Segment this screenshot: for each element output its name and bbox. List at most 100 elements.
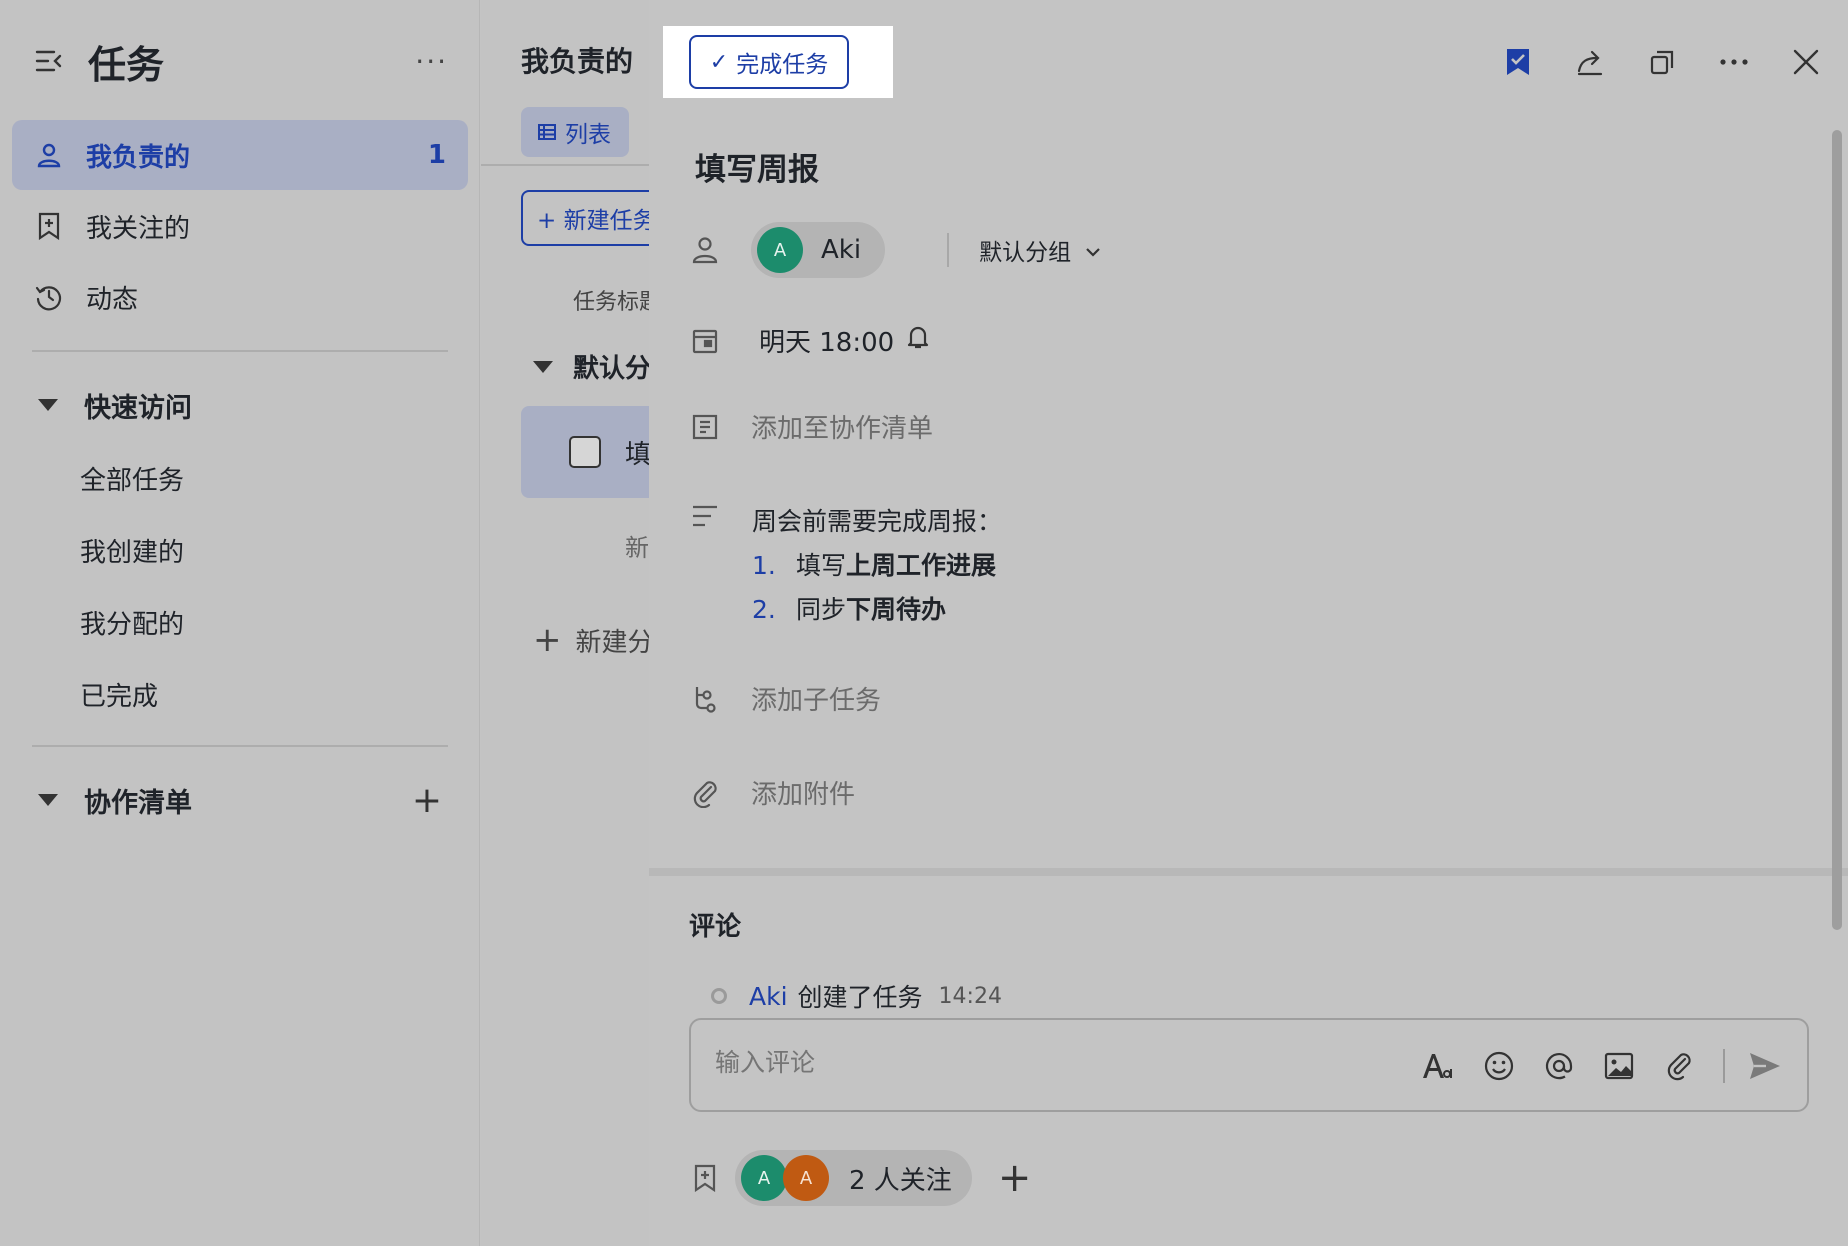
more-icon[interactable]: ··· — [415, 45, 448, 78]
sidebar-item-label: 我负责的 — [86, 142, 191, 173]
share-icon[interactable] — [1568, 40, 1612, 84]
emoji-icon[interactable] — [1479, 1046, 1519, 1086]
new-task-button[interactable]: + 新建任务 — [521, 190, 651, 246]
list-text-bold: 下周待办 — [846, 595, 947, 624]
comment-input[interactable] — [715, 1048, 1315, 1077]
add-subtask-row[interactable]: 添加子任务 — [689, 680, 881, 717]
description-intro: 周会前需要完成周报： — [752, 507, 1003, 536]
list-number: 1. — [752, 551, 776, 580]
attachment-icon[interactable] — [1659, 1046, 1699, 1086]
activity-user[interactable]: Aki — [749, 982, 788, 1011]
list-number: 2. — [752, 595, 776, 624]
scrollbar[interactable] — [1832, 130, 1842, 930]
close-icon[interactable] — [1784, 40, 1828, 84]
person-icon — [689, 234, 721, 266]
due-text: 明天 18:00 — [759, 328, 895, 358]
activity-action: 创建了任务 — [797, 983, 923, 1012]
add-subtask-label: 添加子任务 — [751, 686, 882, 716]
due-row[interactable]: 明天 18:00 — [689, 322, 930, 359]
collapse-sidebar-icon[interactable] — [34, 46, 64, 76]
count-badge: 1 — [427, 140, 446, 170]
collapse-triangle-icon[interactable] — [38, 399, 58, 411]
table-icon — [537, 122, 557, 142]
task-list-panel: 我负责的 列表 + 新建任务 任务标题 默认分组 填写周报 新建任务 + 新建分… — [481, 0, 651, 1246]
divider — [947, 233, 950, 267]
task-row-title: 填写周报 — [625, 440, 651, 470]
bookmark-add-icon — [689, 1162, 721, 1194]
add-collab-list-row[interactable]: 添加至协作清单 — [689, 408, 933, 445]
collab-list-section[interactable]: 协作清单 + — [34, 775, 448, 825]
calendar-icon — [689, 325, 721, 357]
complete-task-button[interactable]: ✓ 完成任务 — [689, 35, 849, 89]
divider — [1723, 1049, 1725, 1083]
sidebar-item-label: 我关注的 — [86, 213, 191, 244]
sidebar-item-assigned[interactable]: 我负责的 1 — [12, 120, 468, 190]
followers-chip[interactable]: A A 2 人关注 — [735, 1150, 972, 1206]
avatar: A — [783, 1155, 829, 1201]
sidebar-item-assigned-by-me[interactable]: 我分配的 — [80, 604, 184, 641]
text-format-icon[interactable] — [1419, 1046, 1459, 1086]
group-label: 默认分组 — [573, 354, 651, 384]
new-group-label: 新建分组 — [575, 627, 652, 658]
group-header[interactable]: 默认分组 — [533, 348, 651, 385]
check-icon: ✓ — [709, 49, 729, 75]
subtask-icon — [689, 683, 721, 715]
more-icon[interactable] — [1712, 40, 1756, 84]
divider — [32, 745, 448, 747]
comments-title: 评论 — [689, 912, 742, 942]
inline-new-task[interactable]: 新建任务 — [625, 528, 651, 563]
group-select[interactable]: 默认分组 — [979, 233, 1101, 267]
assignee-name: Aki — [821, 235, 862, 265]
sidebar-item-activity[interactable]: 动态 — [12, 262, 468, 332]
history-icon — [34, 282, 64, 312]
collapse-triangle-icon[interactable] — [38, 794, 58, 806]
comment-toolbar — [1399, 1042, 1785, 1090]
bookmark-add-icon — [34, 211, 64, 241]
activity-item: Aki 创建了任务 14:24 — [711, 978, 1002, 1014]
add-attachment-row[interactable]: 添加附件 — [689, 774, 855, 811]
assignee-chip[interactable]: A Aki — [751, 222, 886, 278]
column-header-title: 任务标题 — [573, 290, 651, 315]
task-detail-panel: ✓ 完成任务 填写周报 A Aki 默认分组 明天 18:00 添加至协作清单 … — [649, 0, 1848, 1246]
list-item: 2. 同步 下周待办 — [752, 588, 1002, 632]
copy-icon[interactable] — [1640, 40, 1684, 84]
sidebar-item-created[interactable]: 我创建的 — [80, 532, 184, 569]
collapse-triangle-icon[interactable] — [533, 360, 553, 373]
sidebar-item-completed[interactable]: 已完成 — [80, 676, 158, 713]
sidebar: 任务 ··· 我负责的 1 我关注的 动态 快速访问 全部任务 我创建的 我分配… — [0, 0, 480, 1246]
image-icon[interactable] — [1599, 1046, 1639, 1086]
avatar: A — [741, 1155, 787, 1201]
table-row[interactable]: 填写周报 — [521, 406, 651, 498]
task-checkbox[interactable] — [569, 436, 601, 468]
task-description[interactable]: 周会前需要完成周报： 1. 填写 上周工作进展 2. 同步 下周待办 — [752, 500, 1002, 632]
send-icon[interactable] — [1745, 1046, 1785, 1086]
quick-access-section[interactable]: 快速访问 — [34, 380, 448, 430]
bookmark-icon[interactable] — [1496, 40, 1540, 84]
add-attachment-label: 添加附件 — [751, 780, 856, 810]
avatar: A — [757, 227, 803, 273]
task-title[interactable]: 填写周报 — [695, 144, 819, 189]
add-collab-list-label: 添加至协作清单 — [751, 414, 934, 444]
divider — [481, 164, 651, 166]
mention-icon[interactable] — [1539, 1046, 1579, 1086]
description-icon — [689, 500, 721, 532]
chevron-down-icon — [1085, 237, 1101, 263]
new-group-button[interactable]: + 新建分组 — [533, 620, 651, 660]
assignee-row: A Aki 默认分组 — [689, 222, 1101, 278]
group-value: 默认分组 — [979, 240, 1072, 266]
add-follower-button[interactable]: + — [998, 1155, 1032, 1201]
add-collab-list-button[interactable]: + — [412, 780, 442, 821]
comment-box — [689, 1018, 1809, 1112]
list-icon — [689, 411, 721, 443]
due-date[interactable]: 明天 18:00 — [759, 322, 930, 359]
tab-list[interactable]: 列表 — [521, 107, 629, 157]
bell-icon[interactable] — [906, 324, 930, 357]
list-text: 同步 — [796, 595, 847, 624]
list-item: 1. 填写 上周工作进展 — [752, 544, 1002, 588]
list-text-bold: 上周工作进展 — [846, 551, 997, 580]
sidebar-item-all-tasks[interactable]: 全部任务 — [80, 460, 184, 497]
timeline-dot-icon — [711, 988, 727, 1004]
description-row — [689, 500, 751, 532]
detail-toolbar — [1468, 40, 1828, 84]
sidebar-item-following[interactable]: 我关注的 — [12, 191, 468, 261]
